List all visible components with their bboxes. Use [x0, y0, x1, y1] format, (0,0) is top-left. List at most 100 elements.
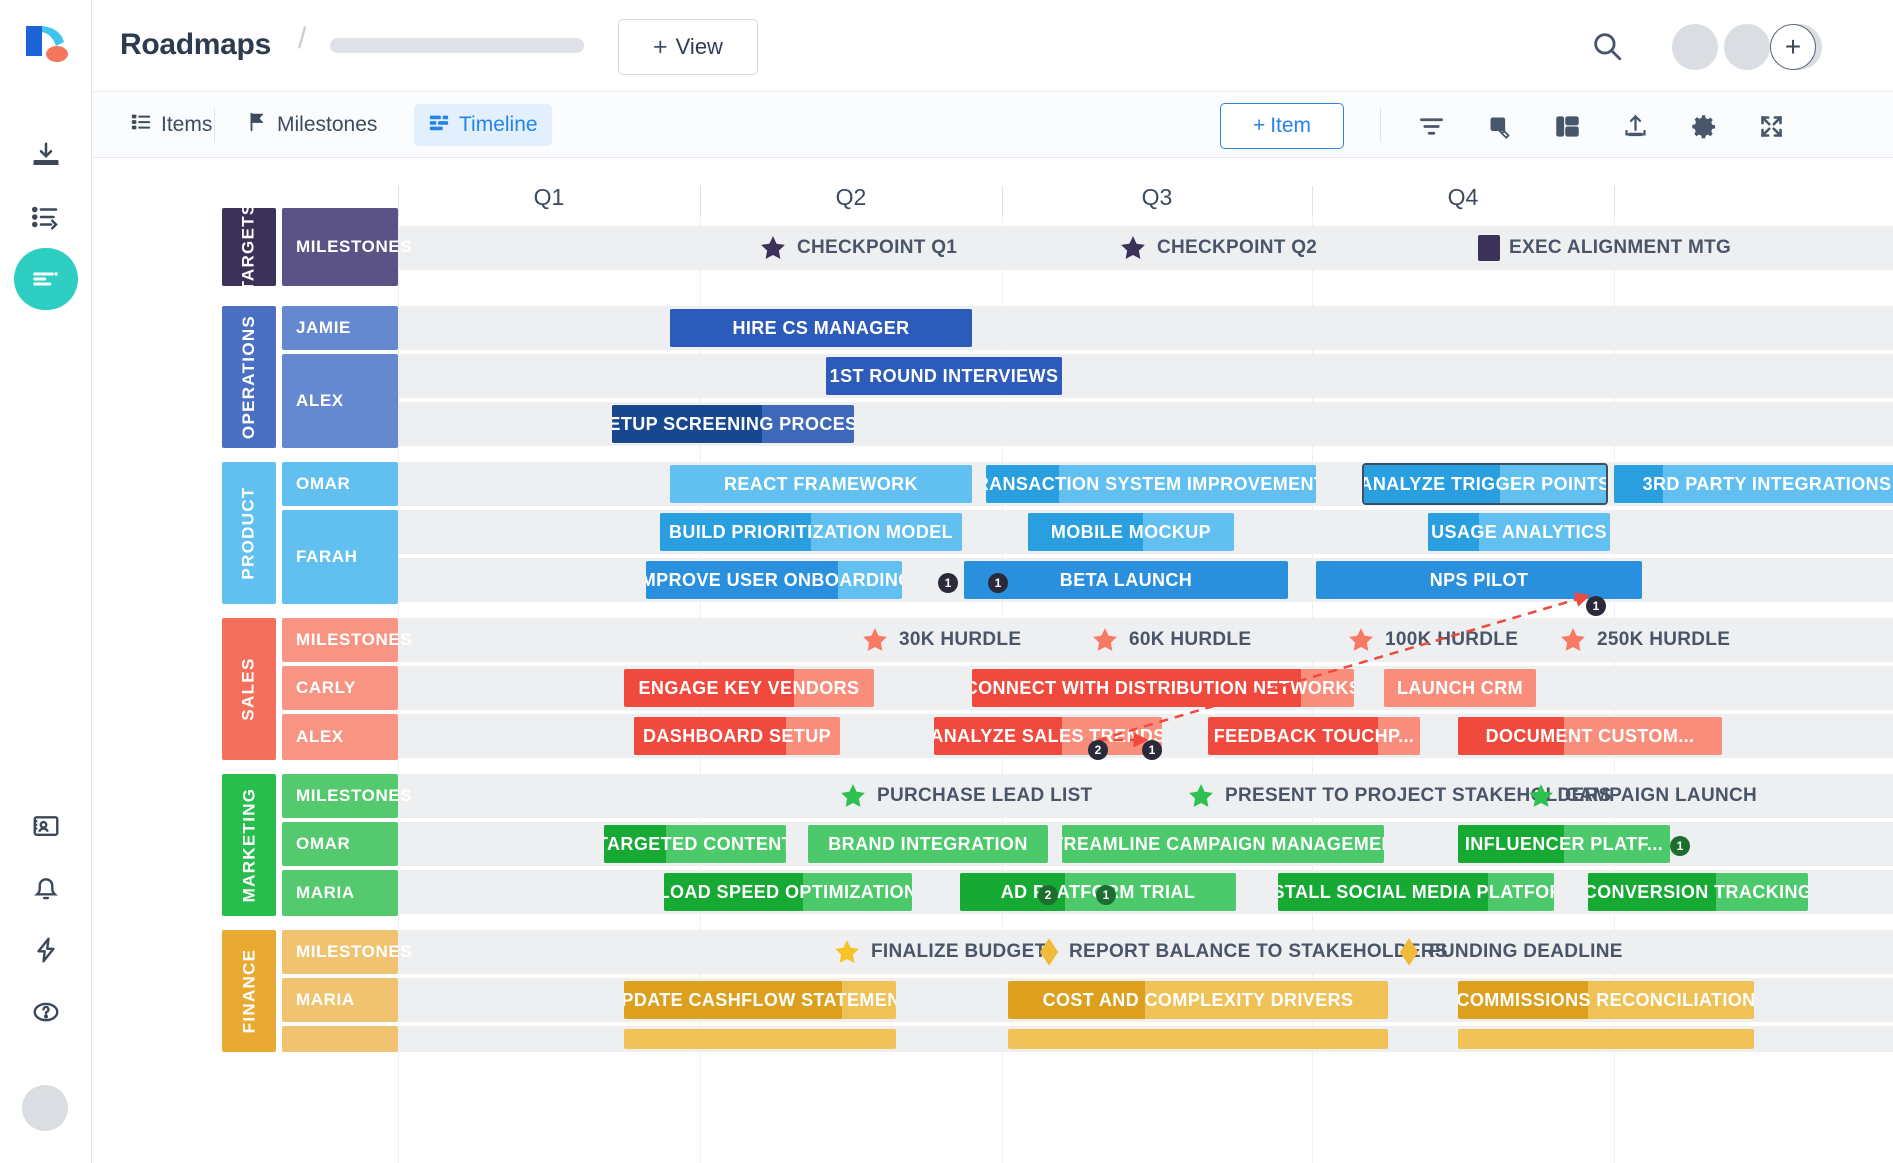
bell-icon[interactable] [14, 857, 78, 919]
dependency-badge[interactable]: 2 [1088, 740, 1108, 760]
list-reorder-icon[interactable] [14, 186, 78, 248]
timeline-bar[interactable]: HIRE CS MANAGER [670, 309, 972, 347]
lane-label-alex[interactable]: ALEX [282, 714, 398, 760]
dependency-badge[interactable]: 1 [938, 573, 958, 593]
milestone[interactable]: FINALIZE BUDGET [832, 933, 1047, 971]
timeline-bar[interactable]: TRANSACTION SYSTEM IMPROVEMENTS [986, 465, 1316, 503]
timeline-bar[interactable]: BRAND INTEGRATION [808, 825, 1048, 863]
export-upload-icon[interactable] [1616, 108, 1654, 144]
timeline-bar[interactable]: NPS PILOT [1316, 561, 1642, 599]
group-label-targets[interactable]: TARGETS [222, 208, 276, 286]
timeline-canvas[interactable]: Q1Q2Q3Q4TARGETSMILESTONESCHECKPOINT Q1CH… [92, 158, 1893, 1163]
add-view-button[interactable]: + View [618, 19, 758, 75]
group-label-marketing[interactable]: MARKETING [222, 774, 276, 916]
dependency-badge[interactable]: 2 [1038, 885, 1058, 905]
dependency-badge[interactable]: 1 [1142, 740, 1162, 760]
timeline-bar[interactable]: USAGE ANALYTICS [1428, 513, 1610, 551]
lane-label-alex[interactable]: ALEX [282, 354, 398, 448]
timeline-bar[interactable]: 1ST ROUND INTERVIEWS [826, 357, 1062, 395]
timeline-bar[interactable]: INSTALL SOCIAL MEDIA PLATFORM [1278, 873, 1554, 911]
timeline-bar[interactable]: SETUP SCREENING PROCESS [612, 405, 854, 443]
timeline-bar[interactable]: ANALYZE SALES TRENDS [934, 717, 1162, 755]
edit-tag-icon[interactable] [1480, 108, 1518, 144]
lane-label-maria[interactable]: MARIA [282, 870, 398, 916]
milestone[interactable]: CHECKPOINT Q2 [1118, 229, 1317, 267]
lane-label-maria[interactable]: MARIA [282, 978, 398, 1022]
lane-label-omar[interactable]: OMAR [282, 462, 398, 506]
milestone[interactable]: REPORT BALANCE TO STAKEHOLDERS [1038, 933, 1448, 971]
lane-label-milestones[interactable]: MILESTONES [282, 774, 398, 818]
timeline-bar[interactable] [1008, 1029, 1388, 1049]
dependency-badge[interactable]: 1 [1670, 836, 1690, 856]
lane-label-omar[interactable]: OMAR [282, 822, 398, 866]
star-icon [838, 781, 868, 811]
milestone[interactable]: 60K HURDLE [1090, 621, 1251, 659]
timeline-bar[interactable]: CONVERSION TRACKING [1588, 873, 1808, 911]
add-member-button[interactable]: + [1770, 24, 1816, 70]
lane-label-farah[interactable]: FARAH [282, 510, 398, 604]
lane-label-carly[interactable]: CARLY [282, 666, 398, 710]
contact-card-icon[interactable] [14, 795, 78, 857]
help-circle-icon[interactable] [14, 981, 78, 1043]
timeline-bar[interactable]: REACT FRAMEWORK [670, 465, 972, 503]
timeline-bar[interactable]: COST AND COMPLEXITY DRIVERS [1008, 981, 1388, 1019]
dependency-badge[interactable]: 1 [1096, 885, 1116, 905]
group-label-operations[interactable]: OPERATIONS [222, 306, 276, 448]
timeline-bar[interactable]: DASHBOARD SETUP [634, 717, 840, 755]
search-icon[interactable] [1590, 29, 1624, 63]
timeline-bar[interactable]: 3RD PARTY INTEGRATIONS [1614, 465, 1893, 503]
timeline-bar[interactable]: UPDATE CASHFLOW STATEMENT [624, 981, 896, 1019]
milestone[interactable]: CHECKPOINT Q1 [758, 229, 957, 267]
avatar[interactable] [1672, 24, 1718, 70]
timeline-bar[interactable]: STREAMLINE CAMPAIGN MANAGEMENT [1062, 825, 1384, 863]
milestone[interactable]: 100K HURDLE [1346, 621, 1518, 659]
group-label-product[interactable]: PRODUCT [222, 462, 276, 604]
tab-items[interactable]: Items [116, 104, 226, 146]
timeline-bar[interactable]: CONNECT WITH DISTRIBUTION NETWORKS [972, 669, 1354, 707]
timeline-bar[interactable]: MOBILE MOCKUP [1028, 513, 1234, 551]
timeline-bar[interactable] [624, 1029, 896, 1049]
timeline-bar[interactable]: TARGETED CONTENT [604, 825, 786, 863]
milestone[interactable]: CAMPAIGN LAUNCH [1526, 777, 1757, 815]
timeline-bar[interactable]: BUILD PRIORITIZATION MODEL [660, 513, 962, 551]
milestone[interactable]: 30K HURDLE [860, 621, 1021, 659]
milestone[interactable]: FUNDING DEADLINE [1398, 933, 1623, 971]
timeline-bar[interactable]: FEEDBACK TOUCHP... [1208, 717, 1420, 755]
lane-label-jamie[interactable]: JAMIE [282, 306, 398, 350]
lane-label-milestones[interactable]: MILESTONES [282, 618, 398, 662]
timeline-bar[interactable]: INFLUENCER PLATF... [1458, 825, 1670, 863]
avatar[interactable] [1724, 24, 1770, 70]
milestone[interactable]: EXEC ALIGNMENT MTG [1478, 229, 1731, 267]
timeline-bar[interactable]: DOCUMENT CUSTOM... [1458, 717, 1722, 755]
timeline-bar[interactable]: IMPROVE USER ONBOARDING [646, 561, 902, 599]
inbox-download-icon[interactable] [14, 124, 78, 186]
milestone[interactable]: 250K HURDLE [1558, 621, 1730, 659]
roadmap-lines-icon[interactable] [14, 248, 78, 310]
timeline-bar-label: DOCUMENT CUSTOM... [1478, 726, 1703, 747]
timeline-bar[interactable]: ENGAGE KEY VENDORS [624, 669, 874, 707]
dependency-badge[interactable]: 1 [988, 573, 1008, 593]
lane-label-milestones[interactable]: MILESTONES [282, 208, 398, 286]
filter-icon[interactable] [1412, 108, 1450, 144]
bolt-icon[interactable] [14, 919, 78, 981]
timeline-bar[interactable]: LOAD SPEED OPTIMIZATION [664, 873, 912, 911]
tab-milestones[interactable]: Milestones [232, 104, 391, 146]
milestone[interactable]: PURCHASE LEAD LIST [838, 777, 1092, 815]
settings-gear-icon[interactable] [1684, 108, 1722, 144]
columns-layout-icon[interactable] [1548, 108, 1586, 144]
expand-fullscreen-icon[interactable] [1752, 108, 1790, 144]
timeline-bar[interactable]: LAUNCH CRM [1384, 669, 1536, 707]
user-avatar[interactable] [22, 1085, 68, 1131]
app-logo-icon[interactable] [22, 22, 70, 68]
dependency-badge[interactable]: 1 [1586, 596, 1606, 616]
timeline-bar-label: STREAMLINE CAMPAIGN MANAGEMENT [1062, 834, 1384, 855]
lane-label-milestones[interactable]: MILESTONES [282, 930, 398, 974]
timeline-bar[interactable]: BETA LAUNCH [964, 561, 1288, 599]
group-label-finance[interactable]: FINANCE [222, 930, 276, 1052]
tab-timeline[interactable]: Timeline [414, 104, 552, 146]
group-label-sales[interactable]: SALES [222, 618, 276, 760]
timeline-bar[interactable]: COMMISSIONS RECONCILIATION [1458, 981, 1754, 1019]
timeline-bar[interactable]: ANALYZE TRIGGER POINTS [1364, 465, 1606, 503]
timeline-bar[interactable] [1458, 1029, 1754, 1049]
add-item-button[interactable]: + Item [1220, 103, 1344, 149]
